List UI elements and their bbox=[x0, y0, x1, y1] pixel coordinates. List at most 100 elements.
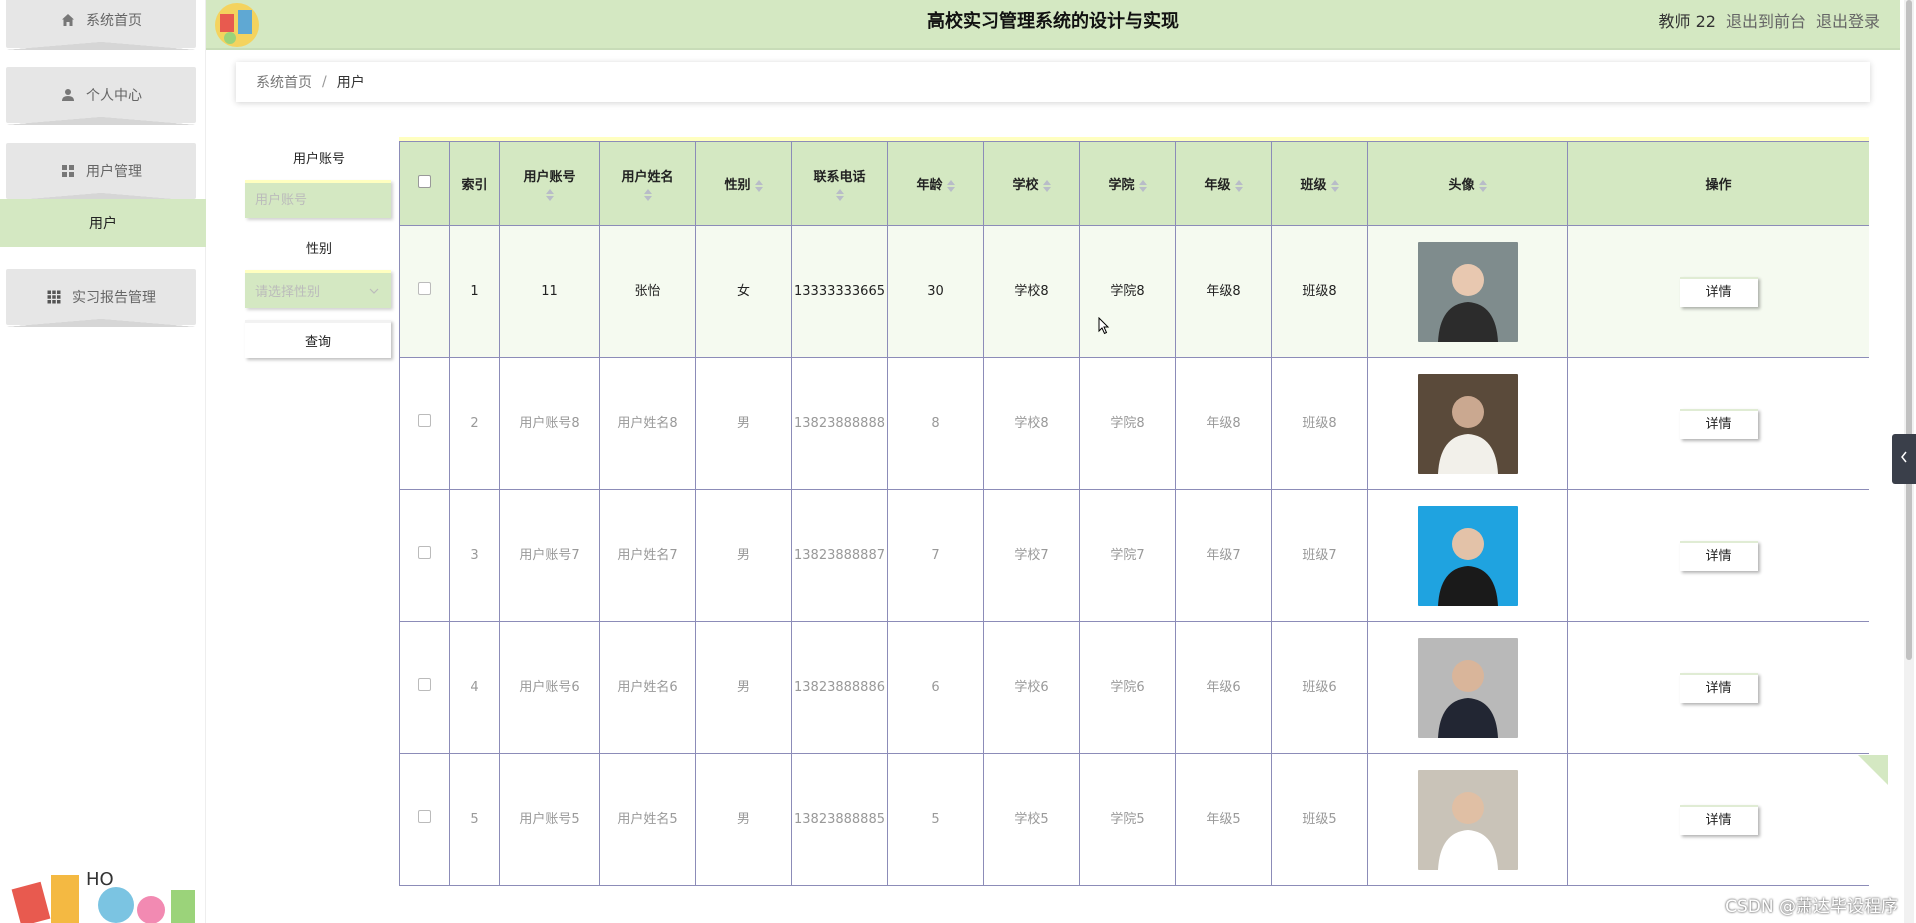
current-user: 教师 22 bbox=[1658, 12, 1716, 31]
cell-age: 6 bbox=[887, 621, 984, 754]
column-header-age[interactable]: 年龄 bbox=[887, 141, 984, 226]
row-checkbox[interactable] bbox=[418, 413, 431, 427]
cell-class: 班级8 bbox=[1271, 225, 1368, 358]
cell-account: 用户账号7 bbox=[499, 489, 600, 622]
row-checkbox[interactable] bbox=[418, 677, 431, 691]
breadcrumb-home[interactable]: 系统首页 bbox=[256, 72, 312, 92]
table-row[interactable]: 3 用户账号7 用户姓名7 男 13823888887 7 学校7 学院7 年级7 班级7 详情 bbox=[399, 489, 1869, 622]
table-row[interactable]: 1 11 张怡女 13333333665 30 学校8 学院8 年级8 班级8 详情 bbox=[399, 225, 1869, 358]
table-row[interactable]: 4 用户账号6 用户姓名6 男 13823888886 6 学校6 学院6 年级6 班级6 详情 bbox=[399, 621, 1869, 754]
column-header-school[interactable]: 学校 bbox=[983, 141, 1080, 226]
sort-icon[interactable] bbox=[754, 179, 763, 192]
avatar[interactable] bbox=[1417, 505, 1518, 606]
detail-button[interactable]: 详情 bbox=[1679, 804, 1758, 835]
avatar[interactable] bbox=[1417, 637, 1518, 738]
header-logo bbox=[206, 0, 268, 50]
column-header-index: 索引 bbox=[449, 141, 500, 226]
search-panel: 用户账号 性别 请选择性别 查询 bbox=[245, 150, 393, 358]
column-header-phone[interactable]: 联系电话 bbox=[791, 141, 888, 226]
cell-school: 学校6 bbox=[983, 621, 1080, 754]
sort-icon[interactable] bbox=[643, 189, 652, 201]
cell-grade: 年级7 bbox=[1175, 489, 1272, 622]
column-header-gender[interactable]: 性别 bbox=[695, 141, 792, 226]
breadcrumb-separator: / bbox=[322, 74, 327, 90]
sidebar-item-user-management[interactable]: 用户管理 bbox=[6, 143, 196, 201]
cell-index: 2 bbox=[449, 357, 500, 490]
sidebar-item-profile[interactable]: 个人中心 bbox=[6, 67, 196, 125]
column-header-account[interactable]: 用户账号 bbox=[499, 141, 600, 226]
sort-icon[interactable] bbox=[1234, 179, 1243, 192]
table-header-row: 索引 用户账号 用户姓名 性别 联系电话 年龄 学校 学院 年级 班级 头像 操… bbox=[399, 141, 1869, 226]
user-table-container: 索引 用户账号 用户姓名 性别 联系电话 年龄 学校 学院 年级 班级 头像 操… bbox=[399, 137, 1869, 923]
sidebar-item-home[interactable]: 系统首页 bbox=[6, 0, 196, 50]
sort-icon[interactable] bbox=[1478, 179, 1487, 192]
avatar[interactable] bbox=[1417, 769, 1518, 870]
cell-college: 学院8 bbox=[1079, 225, 1176, 358]
cell-name: 张怡 bbox=[599, 225, 696, 358]
account-search-input[interactable] bbox=[245, 180, 391, 218]
detail-button[interactable]: 详情 bbox=[1679, 276, 1758, 307]
cell-gender: 女 bbox=[695, 225, 792, 358]
sidebar-item-report-management[interactable]: 实习报告管理 bbox=[6, 269, 196, 327]
cell-grade: 年级8 bbox=[1175, 357, 1272, 490]
row-checkbox[interactable] bbox=[418, 281, 431, 295]
sort-icon[interactable] bbox=[946, 179, 955, 192]
cell-index: 3 bbox=[449, 489, 500, 622]
cell-gender: 男 bbox=[695, 621, 792, 754]
column-header-college[interactable]: 学院 bbox=[1079, 141, 1176, 226]
cell-school: 学校8 bbox=[983, 225, 1080, 358]
row-checkbox[interactable] bbox=[418, 545, 431, 559]
scrollbar-thumb[interactable] bbox=[1906, 0, 1912, 660]
cell-phone: 13823888888 bbox=[791, 357, 888, 490]
cell-phone: 13823888885 bbox=[791, 753, 888, 886]
column-header-class[interactable]: 班级 bbox=[1271, 141, 1368, 226]
sidebar-decoration-image: HO bbox=[6, 855, 202, 923]
detail-button[interactable]: 详情 bbox=[1679, 540, 1758, 571]
table-row[interactable]: 5 用户账号5 用户姓名5 男 13823888885 5 学校5 学院5 年级5 班级5 详情 bbox=[399, 753, 1869, 886]
sort-icon[interactable] bbox=[1138, 179, 1147, 192]
gender-select[interactable]: 请选择性别 bbox=[245, 270, 391, 308]
avatar[interactable] bbox=[1417, 241, 1518, 342]
row-checkbox[interactable] bbox=[418, 809, 431, 823]
avatar[interactable] bbox=[1417, 373, 1518, 474]
detail-button[interactable]: 详情 bbox=[1679, 408, 1758, 439]
row-select-cell bbox=[399, 489, 450, 622]
cell-gender: 男 bbox=[695, 489, 792, 622]
table-row[interactable]: 2 用户账号8 用户姓名8 男 13823888888 8 学校8 学院8 年级8 班级8 详情 bbox=[399, 357, 1869, 490]
sidebar-item-label: 个人中心 bbox=[86, 88, 142, 104]
cell-action: 详情 bbox=[1567, 753, 1869, 886]
column-header-name[interactable]: 用户姓名 bbox=[599, 141, 696, 226]
svg-text:HO: HO bbox=[86, 869, 114, 890]
logout-link[interactable]: 退出登录 bbox=[1816, 0, 1880, 44]
query-button[interactable]: 查询 bbox=[245, 320, 391, 358]
account-label: 用户账号 bbox=[292, 152, 345, 167]
sort-icon[interactable] bbox=[1330, 179, 1339, 192]
top-header: 高校实习管理系统的设计与实现 教师 22 退出到前台 退出登录 bbox=[206, 0, 1900, 50]
cell-grade: 年级6 bbox=[1175, 621, 1272, 754]
collapse-panel-handle[interactable] bbox=[1892, 434, 1916, 484]
select-all-checkbox[interactable] bbox=[418, 175, 431, 188]
sidebar-subitem-user[interactable]: 用户 bbox=[0, 199, 206, 247]
cell-school: 学校7 bbox=[983, 489, 1080, 622]
sidebar-item-label: 用户管理 bbox=[86, 164, 142, 180]
row-select-cell bbox=[399, 753, 450, 886]
sort-icon[interactable] bbox=[545, 189, 554, 201]
cell-index: 1 bbox=[449, 225, 500, 358]
sidebar-item-label: 系统首页 bbox=[86, 13, 142, 29]
home-icon bbox=[60, 12, 76, 28]
watermark: CSDN @萧达毕设程序 bbox=[1725, 897, 1898, 917]
cell-phone: 13333333665 bbox=[791, 225, 888, 358]
cell-class: 班级8 bbox=[1271, 357, 1368, 490]
select-all-cell bbox=[399, 141, 450, 226]
cell-avatar bbox=[1367, 621, 1568, 754]
sort-icon[interactable] bbox=[835, 189, 844, 201]
cell-action: 详情 bbox=[1567, 357, 1869, 490]
gender-select-placeholder: 请选择性别 bbox=[255, 285, 321, 300]
column-header-avatar[interactable]: 头像 bbox=[1367, 141, 1568, 226]
column-header-grade[interactable]: 年级 bbox=[1175, 141, 1272, 226]
sort-icon[interactable] bbox=[1042, 179, 1051, 192]
detail-button[interactable]: 详情 bbox=[1679, 672, 1758, 703]
cell-index: 5 bbox=[449, 753, 500, 886]
cell-name: 用户姓名6 bbox=[599, 621, 696, 754]
exit-to-front-link[interactable]: 退出到前台 bbox=[1726, 0, 1806, 44]
